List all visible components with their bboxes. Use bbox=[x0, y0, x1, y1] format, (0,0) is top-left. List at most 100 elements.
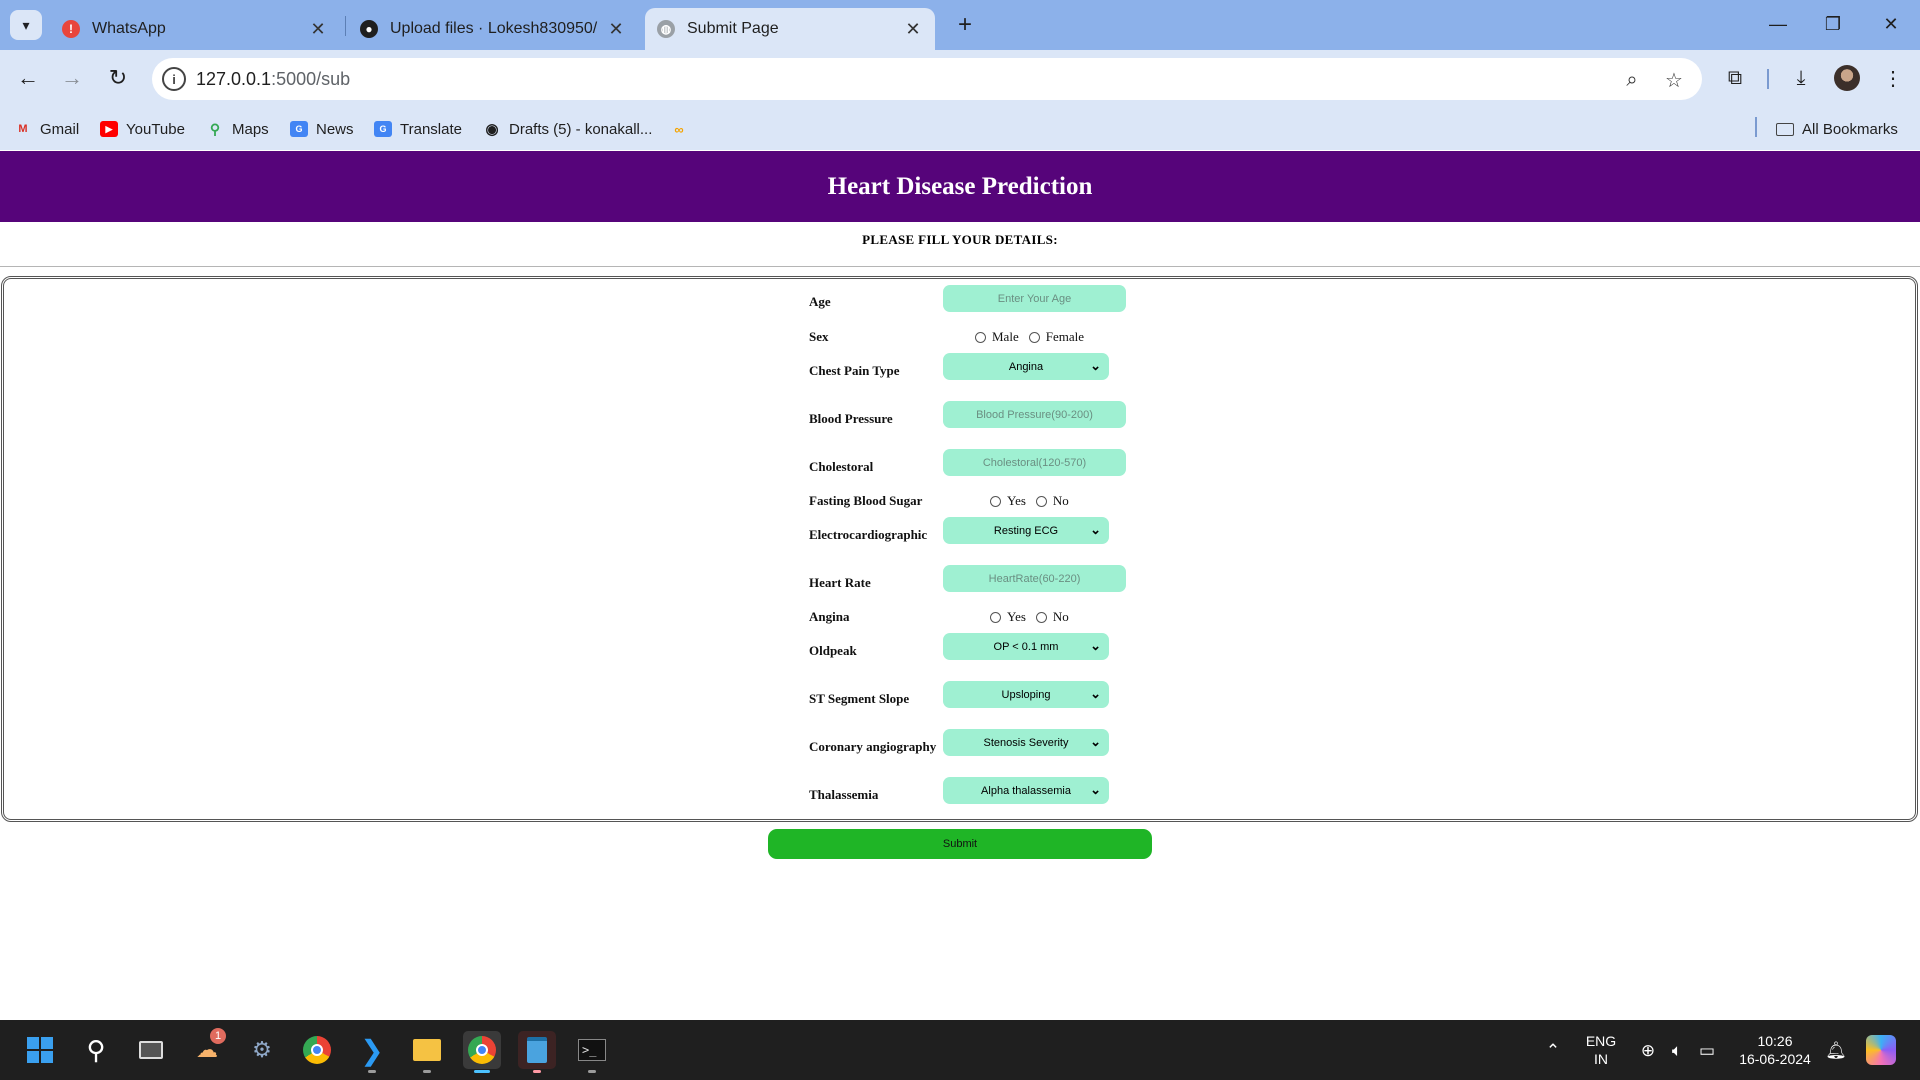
all-bookmarks[interactable]: All Bookmarks bbox=[1776, 117, 1898, 141]
battery-icon[interactable]: ▭ bbox=[1696, 1040, 1718, 1062]
window-close-icon[interactable]: ✕ bbox=[1868, 6, 1914, 42]
bookmark-star-icon[interactable]: ☆ bbox=[1662, 68, 1686, 92]
coronary-select[interactable]: Stenosis Severity ⌄ bbox=[943, 729, 1109, 756]
settings-gear-icon[interactable]: ⚙ bbox=[243, 1031, 281, 1069]
bookmark-gmail[interactable]: M Gmail bbox=[14, 117, 79, 141]
bookmark-drafts[interactable]: ◉ Drafts (5) - konakall... bbox=[483, 117, 652, 141]
blood-pressure-input[interactable] bbox=[943, 401, 1126, 428]
notepad-shape bbox=[527, 1037, 547, 1063]
radio-label: Yes bbox=[1007, 493, 1026, 508]
heart-rate-input[interactable] bbox=[943, 565, 1126, 592]
language-indicator[interactable]: ENG IN bbox=[1585, 1032, 1617, 1068]
running-indicator bbox=[533, 1070, 541, 1073]
minimize-icon[interactable]: — bbox=[1755, 6, 1801, 42]
angina-no-radio[interactable] bbox=[1035, 611, 1047, 623]
news-icon: G bbox=[290, 121, 308, 137]
taskbar: ⚲ ☁ 1 ⚙ ❯ >_ ⌃ ENG IN ⊕ 🔈︎ ▭ 10:26 16-06… bbox=[0, 1020, 1920, 1080]
download-icon[interactable]: ⤓ bbox=[1786, 63, 1816, 93]
url-text[interactable]: 127.0.0.1:5000/sub bbox=[196, 69, 350, 90]
close-icon[interactable]: ✕ bbox=[308, 19, 328, 40]
tab-submit-page[interactable]: ◍ Submit Page ✕ bbox=[645, 8, 935, 50]
chrome-icon[interactable] bbox=[298, 1031, 336, 1069]
profile-avatar[interactable] bbox=[1834, 65, 1860, 91]
translate-icon: G bbox=[374, 121, 392, 137]
reload-icon[interactable]: ↻ bbox=[103, 63, 133, 93]
infinity-icon: ∞ bbox=[674, 121, 684, 137]
search-icon[interactable]: ⚲ bbox=[77, 1031, 115, 1069]
tab-search-chevron-icon[interactable]: ▾ bbox=[10, 10, 42, 40]
close-icon[interactable]: ✕ bbox=[606, 19, 626, 40]
page-viewport: Heart Disease Prediction PLEASE FILL YOU… bbox=[0, 150, 1920, 1020]
back-arrow-icon[interactable]: ← bbox=[13, 63, 43, 93]
chevron-down-icon: ⌄ bbox=[1090, 686, 1101, 701]
bookmark-news[interactable]: G News bbox=[290, 117, 354, 141]
tray-chevron-up-icon[interactable]: ⌃ bbox=[1542, 1040, 1564, 1062]
select-value: Alpha thalassemia bbox=[981, 784, 1071, 797]
tab-strip: ▾ ! WhatsApp ✕ ● Upload files · Lokesh83… bbox=[0, 0, 1920, 50]
zoom-icon[interactable]: ⌕ bbox=[1620, 68, 1644, 92]
weather-widget-icon[interactable]: ☁ 1 bbox=[188, 1028, 226, 1069]
notification-bell-icon[interactable]: 🔔︎ bbox=[1825, 1040, 1847, 1062]
restore-icon[interactable]: ❐ bbox=[1810, 6, 1856, 42]
site-info-icon[interactable]: i bbox=[162, 67, 186, 91]
clock[interactable]: 10:26 16-06-2024 bbox=[1730, 1032, 1820, 1068]
clock-date: 16-06-2024 bbox=[1739, 1051, 1811, 1067]
lang-top: ENG bbox=[1585, 1033, 1617, 1049]
extensions-puzzle-icon[interactable]: ⧉ bbox=[1720, 63, 1750, 93]
windows-start-icon[interactable] bbox=[21, 1031, 59, 1069]
more-menu-icon[interactable]: ⋮ bbox=[1878, 63, 1908, 93]
tab-whatsapp[interactable]: ! WhatsApp ✕ bbox=[50, 8, 340, 50]
oldpeak-select[interactable]: OP < 0.1 mm ⌄ bbox=[943, 633, 1109, 660]
volume-icon[interactable]: 🔈︎ bbox=[1666, 1040, 1688, 1062]
angina-radio-group: Yes No bbox=[990, 609, 1079, 625]
chevron-down-icon: ⌄ bbox=[1090, 522, 1101, 537]
st-slope-select[interactable]: Upsloping ⌄ bbox=[943, 681, 1109, 708]
sex-male-radio[interactable] bbox=[975, 331, 986, 343]
windows-logo-icon bbox=[27, 1037, 53, 1063]
radio-label: No bbox=[1052, 609, 1069, 624]
network-globe-icon[interactable]: ⊕ bbox=[1637, 1040, 1659, 1062]
sex-female-radio[interactable] bbox=[1028, 331, 1040, 343]
chevron-down-icon: ⌄ bbox=[1090, 734, 1101, 749]
globe-icon: ◍ bbox=[657, 20, 675, 38]
new-tab-plus-icon[interactable]: + bbox=[950, 10, 980, 40]
fbs-no-radio[interactable] bbox=[1035, 495, 1047, 507]
youtube-icon: ▶ bbox=[100, 121, 118, 137]
heart-rate-label: Heart Rate bbox=[809, 575, 871, 590]
bookmark-translate[interactable]: G Translate bbox=[374, 117, 462, 141]
fbs-yes-radio[interactable] bbox=[990, 495, 1001, 507]
angina-yes-radio[interactable] bbox=[990, 611, 1001, 623]
chest-pain-select[interactable]: Angina ⌄ bbox=[943, 353, 1109, 380]
age-input[interactable] bbox=[943, 285, 1126, 312]
submit-button[interactable]: Submit bbox=[768, 829, 1152, 859]
bookmark-label: All Bookmarks bbox=[1802, 120, 1898, 138]
copilot-icon[interactable] bbox=[1866, 1035, 1896, 1065]
task-view-icon[interactable] bbox=[132, 1031, 170, 1069]
chrome-center bbox=[476, 1044, 488, 1056]
ecg-select[interactable]: Resting ECG ⌄ bbox=[943, 517, 1109, 544]
chrome-active-icon[interactable] bbox=[463, 1031, 501, 1073]
thalassemia-select[interactable]: Alpha thalassemia ⌄ bbox=[943, 777, 1109, 804]
divider bbox=[0, 266, 1920, 267]
github-icon: ● bbox=[360, 20, 378, 38]
bookmark-youtube[interactable]: ▶ YouTube bbox=[100, 117, 185, 141]
fbs-label: Fasting Blood Sugar bbox=[809, 493, 923, 508]
folder-shape bbox=[413, 1039, 441, 1061]
cholestoral-input[interactable] bbox=[943, 449, 1126, 476]
terminal-icon[interactable]: >_ bbox=[573, 1031, 611, 1073]
bookmark-label: News bbox=[316, 120, 354, 138]
notepad-icon[interactable] bbox=[518, 1031, 556, 1073]
page-subtitle: PLEASE FILL YOUR DETAILS: bbox=[862, 232, 1058, 247]
address-bar[interactable]: i 127.0.0.1:5000/sub ⌕ ☆ bbox=[152, 58, 1702, 100]
thalassemia-label: Thalassemia bbox=[809, 787, 879, 802]
bookmark-maps[interactable]: ⚲ Maps bbox=[206, 117, 269, 141]
page-title: Heart Disease Prediction bbox=[827, 172, 1093, 200]
folder-icon bbox=[1776, 122, 1794, 136]
bookmark-extra[interactable]: ∞ bbox=[670, 117, 696, 141]
close-icon[interactable]: ✕ bbox=[903, 19, 923, 40]
file-explorer-icon[interactable] bbox=[408, 1031, 446, 1073]
vscode-icon[interactable]: ❯ bbox=[353, 1031, 391, 1073]
chevron-down-icon: ⌄ bbox=[1090, 358, 1101, 373]
forward-arrow-icon[interactable]: → bbox=[57, 63, 87, 93]
tab-github[interactable]: ● Upload files · Lokesh830950/He ✕ bbox=[348, 8, 638, 50]
